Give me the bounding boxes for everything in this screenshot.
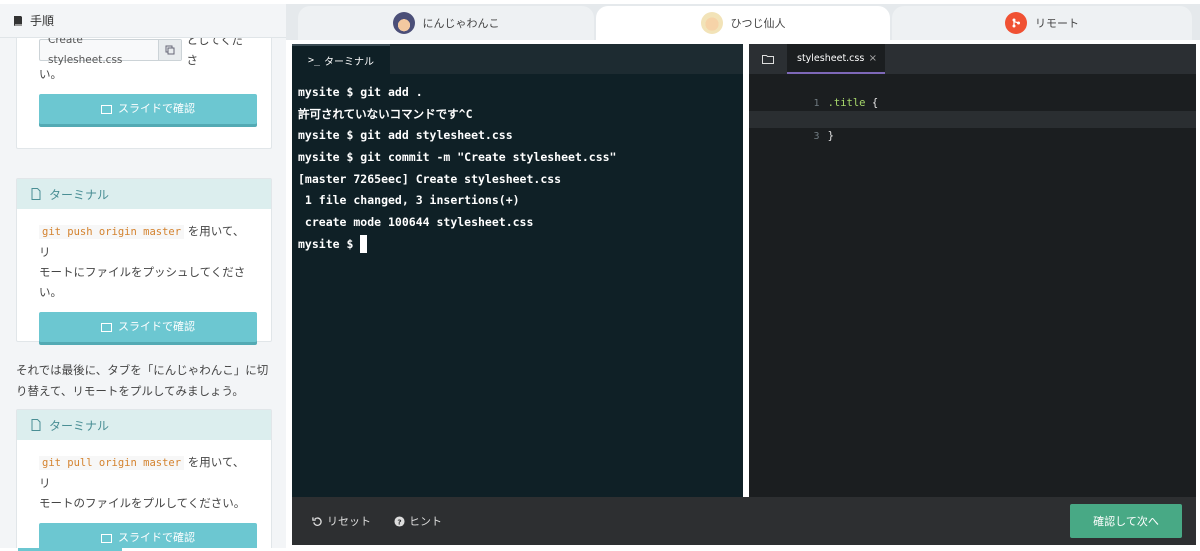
instruction-text: としてくださ [186,38,244,67]
ninja-avatar-icon [392,12,415,34]
instruction-text: モートにファイルをプッシュしてくださ [39,265,246,279]
terminal-prompt: mysite $ [298,236,361,251]
tab-label: にんじゃわんこ [422,17,500,30]
tab-label: リモート [1035,17,1079,30]
instructions-title: 手順 [30,14,55,28]
terminal-tab-label: ターミナル [324,56,375,68]
card-heading-label: ターミナル [49,418,110,433]
terminal-cursor [360,235,368,254]
slide-button[interactable]: スライドで確認 [39,312,257,342]
paragraph-line: り替えて、リモートをプルしてみましょう。 [16,384,244,398]
instruction-text: い。 [39,285,62,299]
tab-hitsuji-sennin[interactable]: ひつじ仙人 [596,6,890,40]
book-icon [14,15,22,26]
footer-bar: リセット ? ヒント 確認して次へ [292,497,1196,545]
instruction-card-commit: Create stylesheet.css としてくださ い。 スライドで確認 [16,38,272,149]
slide-button-label: スライドで確認 [118,102,195,115]
terminal-tabbar: >_ ターミナル [292,44,743,74]
document-icon [31,419,41,431]
image-icon [101,533,112,543]
slide-button-label: スライドで確認 [118,320,195,333]
slide-button[interactable]: スライドで確認 [39,523,257,548]
terminal-tab[interactable]: >_ ターミナル [292,44,390,74]
instruction-card-pull: ターミナル git pull origin master を用いて、リ モートの… [16,409,272,548]
app-root: 手順 Create stylesheet.css としてくださ い。 スライドで… [0,0,1200,551]
file-tab-label: stylesheet.css [797,52,865,64]
hint-label: ヒント [409,515,442,528]
copy-field[interactable]: Create stylesheet.css [39,38,183,66]
terminal-line: 1 file changed, 3 insertions(+) [298,193,520,208]
terminal-panel[interactable]: >_ ターミナル mysite $ git add . 許可されていないコマンド… [292,44,743,497]
image-icon [101,322,112,332]
terminal-line: 許可されていないコマンドです^C [298,106,473,121]
copy-icon [165,45,175,55]
terminal-line: [master 7265eec] Create stylesheet.css [298,171,562,186]
code-line: 2 color: #44dcc0; [749,95,1196,125]
slide-button-label: スライドで確認 [118,531,195,544]
terminal-line: create mode 100644 stylesheet.css [298,215,534,230]
instruction-card-push: ターミナル git push origin master を用いて、リ モートに… [16,178,272,342]
reset-button[interactable]: リセット [312,497,371,545]
code-line-active: 3} [749,111,1196,142]
inline-code: git pull origin master [39,456,185,470]
paragraph-line: それでは最後に、タブを「にんじゃわんこ」に切 [16,363,269,377]
tab-remote[interactable]: リモート [892,6,1192,40]
terminal-output[interactable]: mysite $ git add . 許可されていないコマンドです^C mysi… [292,74,743,264]
instructions-panel[interactable]: Create stylesheet.css としてくださ い。 スライドで確認 [0,38,286,548]
svg-text:?: ? [397,517,401,526]
terminal-line: mysite $ git add stylesheet.css [298,128,513,143]
instruction-text: モートのファイルをプルしてください。 [39,496,246,510]
sheep-avatar-icon [700,12,723,34]
help-icon: ? [394,515,405,527]
git-icon [1005,12,1027,34]
tab-ninja-wanko[interactable]: にんじゃわんこ [298,6,594,40]
terminal-line: mysite $ git add . [298,85,423,99]
folder-icon [762,55,774,64]
card-heading: ターミナル [17,179,271,209]
card-heading: ターミナル [17,410,271,440]
folder-button[interactable] [749,44,787,74]
hint-button[interactable]: ? ヒント [394,497,442,545]
card-heading-label: ターミナル [49,187,110,202]
terminal-line: mysite $ git commit -m "Create styleshee… [298,150,617,165]
editor-tabbar: stylesheet.css × [749,44,1196,74]
line-number: 3 [813,130,820,142]
inline-code: git push origin master [39,225,185,239]
prompt-icon: >_ [308,54,321,66]
editor-content[interactable]: 1.title { 2 color: #44dcc0; 3} [749,74,1196,142]
reset-label: リセット [327,515,371,528]
file-tab-stylesheet[interactable]: stylesheet.css × [787,44,885,74]
instructions-header: 手順 [0,4,286,38]
instruction-paragraph: それでは最後に、タブを「にんじゃわんこ」に切 り替えて、リモートをプルしてみまし… [16,360,276,402]
code-line: 1 .title { [749,78,1196,109]
close-icon[interactable]: × [869,53,877,64]
user-tabs: にんじゃわんこ ひつじ仙人 リモート [286,4,1200,40]
image-icon [101,104,112,114]
code-editor[interactable]: stylesheet.css × 1.title { 2 color: #44d… [749,44,1196,497]
confirm-next-button[interactable]: 確認して次へ [1070,504,1182,538]
copy-button[interactable] [157,40,182,60]
document-icon [31,188,41,200]
brace-close: } [827,129,834,142]
terminal-prompt-line[interactable]: mysite $ [298,234,737,256]
reset-icon [312,516,322,526]
slide-button[interactable]: スライドで確認 [39,94,257,124]
tab-label: ひつじ仙人 [730,17,786,30]
